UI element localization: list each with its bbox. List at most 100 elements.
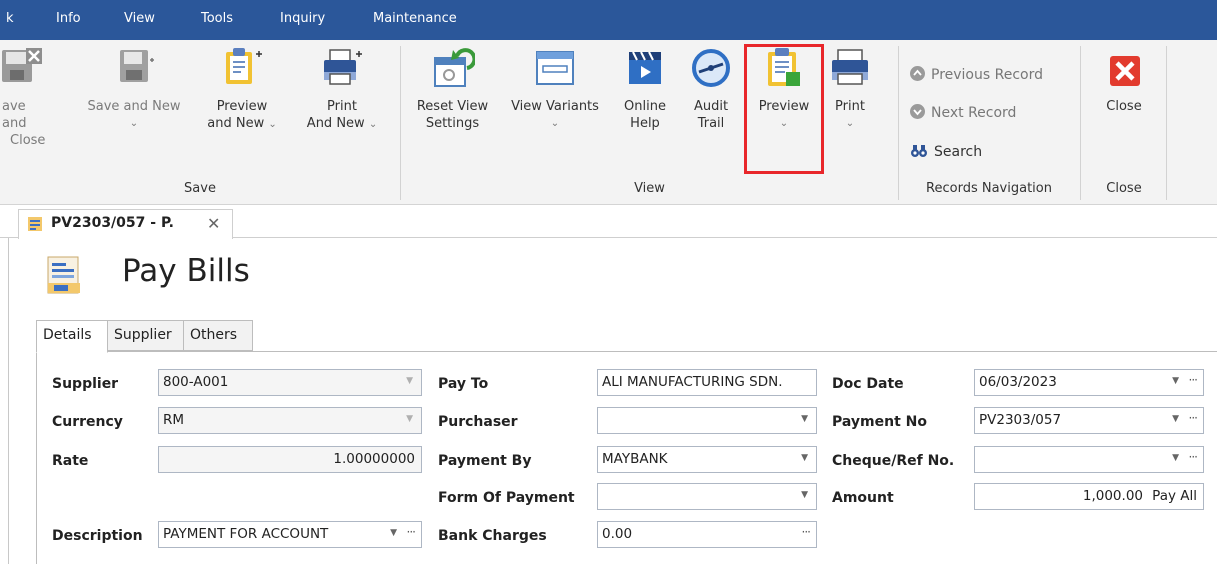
payment-no-value: PV2303/057 <box>979 412 1062 428</box>
ribbon: ave and Close Save and New ⌄ Preview and… <box>0 40 1217 205</box>
doc-date-field[interactable]: 06/03/2023 ▼ ··· <box>974 369 1204 396</box>
pay-to-field[interactable]: ALI MANUFACTURING SDN. <box>597 369 817 396</box>
currency-value: RM <box>163 412 185 428</box>
reset-label-2: Settings <box>425 116 480 131</box>
purchaser-field[interactable]: ▼ <box>597 407 817 434</box>
save-and-new-button[interactable]: Save and New ⌄ <box>82 46 186 132</box>
audit-trail-label-1: Audit <box>693 99 729 114</box>
online-help-button[interactable]: Online Help <box>617 46 673 132</box>
group-separator <box>400 46 401 200</box>
print-and-new-button[interactable]: Print And New ⌄ <box>294 46 390 133</box>
form-of-payment-field[interactable]: ▼ <box>597 483 817 510</box>
ellipsis-icon[interactable]: ··· <box>407 525 417 539</box>
preview-new-label-2: and New <box>207 116 265 131</box>
group-separator <box>898 46 899 200</box>
menu-item-info[interactable]: Info <box>56 11 81 26</box>
online-help-label-1: Online <box>624 99 666 114</box>
rate-label: Rate <box>52 453 89 469</box>
chevron-down-icon[interactable]: ▼ <box>390 528 397 538</box>
doc-date-label: Doc Date <box>832 376 904 392</box>
tab-supplier[interactable]: Supplier <box>107 320 184 351</box>
bank-charges-value: 0.00 <box>602 526 633 542</box>
menu-item-tools[interactable]: Tools <box>201 11 233 26</box>
amount-field[interactable]: 1,000.00 Pay All <box>974 483 1204 510</box>
chevron-down-icon[interactable]: ▼ <box>801 414 808 424</box>
currency-label: Currency <box>52 414 123 430</box>
gauge-icon <box>689 46 733 90</box>
menu-bar: k Info View Tools Inquiry Maintenance <box>0 0 1217 40</box>
chevron-down-icon[interactable]: ▼ <box>801 490 808 500</box>
supplier-field[interactable]: 800-A001 ▼ <box>158 369 422 396</box>
print-new-label-2: And New <box>306 116 365 131</box>
ellipsis-icon[interactable]: ··· <box>1189 411 1199 425</box>
payment-no-label: Payment No <box>832 414 927 430</box>
online-help-label-2: Help <box>630 116 660 131</box>
view-variants-button[interactable]: View Variants ⌄ <box>503 46 607 132</box>
view-group-label: View <box>634 181 665 196</box>
amount-label: Amount <box>832 490 894 506</box>
preview-and-new-button[interactable]: Preview and New ⌄ <box>190 46 294 133</box>
menu-item-inquiry[interactable]: Inquiry <box>280 11 325 26</box>
next-record-button[interactable]: Next Record <box>910 104 1016 121</box>
pay-all-button[interactable]: Pay All <box>1152 488 1197 504</box>
document-tab-title: PV2303/057 - P. <box>51 215 174 231</box>
chevron-down-icon: ⌄ <box>129 118 139 129</box>
supplier-label: Supplier <box>52 376 119 392</box>
bank-charges-field[interactable]: 0.00 ··· <box>597 521 817 548</box>
previous-record-button[interactable]: Previous Record <box>910 66 1043 83</box>
audit-trail-label-2: Trail <box>697 116 725 131</box>
search-button[interactable]: Search <box>910 143 982 160</box>
save-close-label-1: ave and <box>2 99 27 131</box>
menu-item-view[interactable]: View <box>124 11 155 26</box>
amount-value: 1,000.00 <box>1082 488 1143 504</box>
save-new-label: Save and New <box>87 99 181 114</box>
next-record-label: Next Record <box>931 105 1017 121</box>
form-of-payment-label: Form Of Payment <box>438 490 575 506</box>
close-tab-icon[interactable]: ✕ <box>207 214 220 233</box>
payment-no-field[interactable]: PV2303/057 ▼ ··· <box>974 407 1204 434</box>
rate-field[interactable]: 1.00000000 <box>158 446 422 473</box>
print-button[interactable]: Print ⌄ <box>826 46 874 132</box>
ellipsis-icon[interactable]: ··· <box>1189 373 1199 387</box>
records-navigation-group-label: Records Navigation <box>926 181 1052 196</box>
chevron-down-icon: ⌄ <box>550 118 560 129</box>
chevron-down-icon: ⌄ <box>845 118 855 129</box>
ellipsis-icon[interactable]: ··· <box>1189 450 1199 464</box>
cheque-ref-field[interactable]: ▼ ··· <box>974 446 1204 473</box>
chevron-down-icon[interactable]: ▼ <box>1172 376 1179 386</box>
ellipsis-icon[interactable]: ··· <box>802 525 812 539</box>
binoculars-icon <box>910 143 928 158</box>
window-icon <box>533 46 577 90</box>
chevron-down-icon: ⌄ <box>268 119 277 130</box>
currency-field[interactable]: RM ▼ <box>158 407 422 434</box>
doc-date-value: 06/03/2023 <box>979 374 1057 390</box>
menu-item-file[interactable]: k <box>6 11 14 26</box>
payment-by-value: MAYBANK <box>602 451 668 467</box>
close-label: Close <box>1106 99 1142 114</box>
document-tab[interactable]: PV2303/057 - P. ✕ <box>18 209 233 239</box>
tab-others[interactable]: Others <box>183 320 253 351</box>
chevron-down-icon[interactable]: ▼ <box>1172 453 1179 463</box>
printer-new-icon <box>320 46 364 90</box>
chevron-down-icon: ⌄ <box>368 119 378 130</box>
payment-by-field[interactable]: MAYBANK ▼ <box>597 446 817 473</box>
reset-view-icon <box>431 46 476 90</box>
pay-bills-icon <box>27 216 43 232</box>
payment-by-label: Payment By <box>438 453 532 469</box>
left-border <box>8 238 9 564</box>
audit-trail-button[interactable]: Audit Trail <box>686 46 736 132</box>
chevron-down-icon[interactable]: ▼ <box>1172 414 1179 424</box>
chevron-down-icon[interactable]: ▼ <box>801 453 808 463</box>
print-new-label-1: Print <box>327 99 357 114</box>
chevron-down-icon: ▼ <box>406 414 413 424</box>
reset-view-settings-button[interactable]: Reset View Settings <box>405 46 500 132</box>
save-close-label-2: Close <box>10 133 46 148</box>
page-title: Pay Bills <box>122 253 250 289</box>
pay-to-value: ALI MANUFACTURING SDN. <box>602 374 783 390</box>
close-button[interactable]: Close <box>1088 46 1160 115</box>
group-separator <box>1080 46 1081 200</box>
tab-details[interactable]: Details <box>36 320 108 353</box>
description-field[interactable]: PAYMENT FOR ACCOUNT ▼ ··· <box>158 521 422 548</box>
save-and-close-button[interactable]: ave and Close <box>0 46 54 149</box>
menu-item-maintenance[interactable]: Maintenance <box>373 11 457 26</box>
